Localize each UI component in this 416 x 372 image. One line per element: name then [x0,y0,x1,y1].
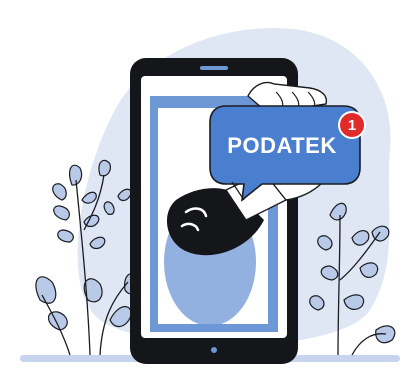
phone-speaker [200,66,228,70]
notification-label: PODATEK [227,133,337,158]
notification-badge-count: 1 [347,116,357,134]
phone-home-button [211,347,217,353]
illustration-canvas [20,28,400,364]
illustration: PODATEK 1 [0,0,416,372]
